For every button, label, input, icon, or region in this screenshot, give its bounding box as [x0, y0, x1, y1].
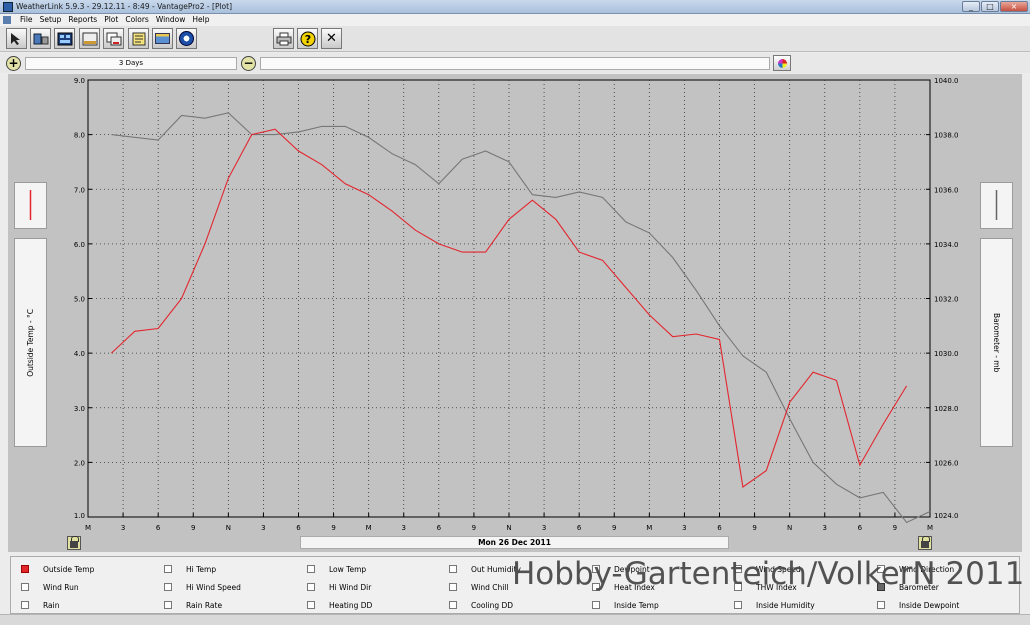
legend-checkbox[interactable]: [307, 583, 315, 591]
right-tick-label: 1026.0: [934, 459, 959, 467]
right-tick-label: 1040.0: [934, 77, 959, 85]
left-tick-label: 9.0: [74, 77, 85, 85]
x-tick-label: M: [646, 524, 652, 532]
x-tick-label: 3: [542, 524, 546, 532]
legend-item-heating-dd[interactable]: Heating DD: [307, 599, 372, 611]
legend-label: Wind Run: [43, 582, 79, 592]
legend-item-cooling-dd[interactable]: Cooling DD: [449, 599, 513, 611]
legend-item-rain[interactable]: Rain: [21, 599, 59, 611]
x-tick-label: 3: [261, 524, 265, 532]
x-tick-label: 6: [577, 524, 582, 532]
right-scale-lock[interactable]: [918, 536, 932, 550]
legend-item-outside-temp[interactable]: Outside Temp: [21, 563, 94, 575]
x-tick-label: 9: [612, 524, 616, 532]
x-tick-label: 6: [717, 524, 722, 532]
x-tick-label: 9: [472, 524, 476, 532]
x-tick-label: 9: [893, 524, 897, 532]
x-tick-label: 6: [156, 524, 161, 532]
left-scale-lock[interactable]: [67, 536, 81, 550]
legend-label: Inside Temp: [614, 600, 659, 610]
left-tick-label: 6.0: [74, 241, 85, 249]
right-tick-label: 1034.0: [934, 241, 959, 249]
right-tick-label: 1028.0: [934, 405, 959, 413]
legend-checkbox[interactable]: [592, 601, 600, 609]
right-axis-ticks: 1024.0 1026.0 1028.0 1030.0 1032.0 1034.0 1036…: [926, 77, 959, 520]
legend-label: Hi Temp: [186, 564, 217, 574]
x-tick-label: 3: [682, 524, 686, 532]
legend-item-low-temp[interactable]: Low Temp: [307, 563, 366, 575]
legend-checkbox[interactable]: [307, 565, 315, 573]
left-tick-label: 3.0: [74, 405, 85, 413]
legend-label: Cooling DD: [471, 600, 514, 610]
x-tick-label: 9: [752, 524, 756, 532]
right-tick-label: 1030.0: [934, 350, 959, 358]
legend-item-hi-wind-speed[interactable]: Hi Wind Speed: [164, 581, 241, 593]
legend-label: Hi Wind Dir: [329, 582, 372, 592]
legend-checkbox[interactable]: [449, 583, 457, 591]
left-tick-label: 8.0: [74, 132, 85, 140]
legend-checkbox[interactable]: [21, 583, 29, 591]
x-tick-label: 9: [331, 524, 335, 532]
legend-label: Heating DD: [329, 600, 373, 610]
legend-item-inside-dewpoint[interactable]: Inside Dewpoint: [877, 599, 959, 611]
watermark-text: Hobby-Gartenteich/VolkerN 2011: [512, 556, 1025, 592]
legend-checkbox[interactable]: [164, 565, 172, 573]
legend-item-inside-temp[interactable]: Inside Temp: [592, 599, 659, 611]
x-tick-label: M: [85, 524, 91, 532]
date-bar: Mon 26 Dec 2011: [300, 536, 729, 549]
left-tick-label: 2.0: [74, 459, 85, 467]
legend-checkbox[interactable]: [307, 601, 315, 609]
x-tick-label: 3: [402, 524, 406, 532]
x-tick-label: N: [226, 524, 231, 532]
legend-item-hi-temp[interactable]: Hi Temp: [164, 563, 216, 575]
legend-item-rain-rate[interactable]: Rain Rate: [164, 599, 222, 611]
left-tick-label: 7.0: [74, 186, 85, 194]
x-tick-label: N: [787, 524, 792, 532]
legend-label: Rain: [43, 600, 60, 610]
left-tick-label: 1.0: [74, 512, 85, 520]
legend-checkbox[interactable]: [164, 583, 172, 591]
x-tick-label: 3: [121, 524, 125, 532]
x-tick-label: 6: [296, 524, 301, 532]
legend-label: Wind Chill: [471, 582, 509, 592]
right-tick-label: 1036.0: [934, 186, 959, 194]
x-tick-label: N: [506, 524, 511, 532]
legend-checkbox[interactable]: [449, 601, 457, 609]
x-tick-label: M: [927, 524, 933, 532]
legend-item-inside-humidity[interactable]: Inside Humidity: [734, 599, 815, 611]
legend-checkbox[interactable]: [449, 565, 457, 573]
status-bar: [0, 614, 1030, 625]
x-tick-label: 9: [191, 524, 195, 532]
legend-item-hi-wind-dir[interactable]: Hi Wind Dir: [307, 581, 371, 593]
legend-checkbox[interactable]: [164, 601, 172, 609]
legend-item-wind-run[interactable]: Wind Run: [21, 581, 79, 593]
legend-item-out-humidity[interactable]: Out Humidity: [449, 563, 521, 575]
legend-label: Low Temp: [329, 564, 367, 574]
legend-label: Rain Rate: [186, 600, 223, 610]
legend-label: Inside Dewpoint: [899, 600, 960, 610]
legend-item-wind-chill[interactable]: Wind Chill: [449, 581, 508, 593]
legend-checkbox[interactable]: [877, 601, 885, 609]
plot-chart[interactable]: 1.0 2.0 3.0 4.0 5.0 6.0 7.0 8.0 9.0 1024.0 1026.0…: [0, 0, 1030, 625]
left-tick-label: 5.0: [74, 296, 85, 304]
legend-label: Inside Humidity: [756, 600, 815, 610]
legend-checkbox[interactable]: [21, 601, 29, 609]
right-tick-label: 1032.0: [934, 296, 959, 304]
x-tick-label: M: [366, 524, 372, 532]
legend-label: Outside Temp: [43, 564, 95, 574]
x-tick-label: 6: [858, 524, 863, 532]
right-tick-label: 1038.0: [934, 132, 959, 140]
legend-checkbox[interactable]: [734, 601, 742, 609]
legend-label: Hi Wind Speed: [186, 582, 241, 592]
x-tick-label: 3: [823, 524, 827, 532]
legend-checkbox[interactable]: [21, 565, 29, 573]
left-tick-label: 4.0: [74, 350, 85, 358]
x-tick-label: 6: [437, 524, 442, 532]
right-tick-label: 1024.0: [934, 512, 959, 520]
